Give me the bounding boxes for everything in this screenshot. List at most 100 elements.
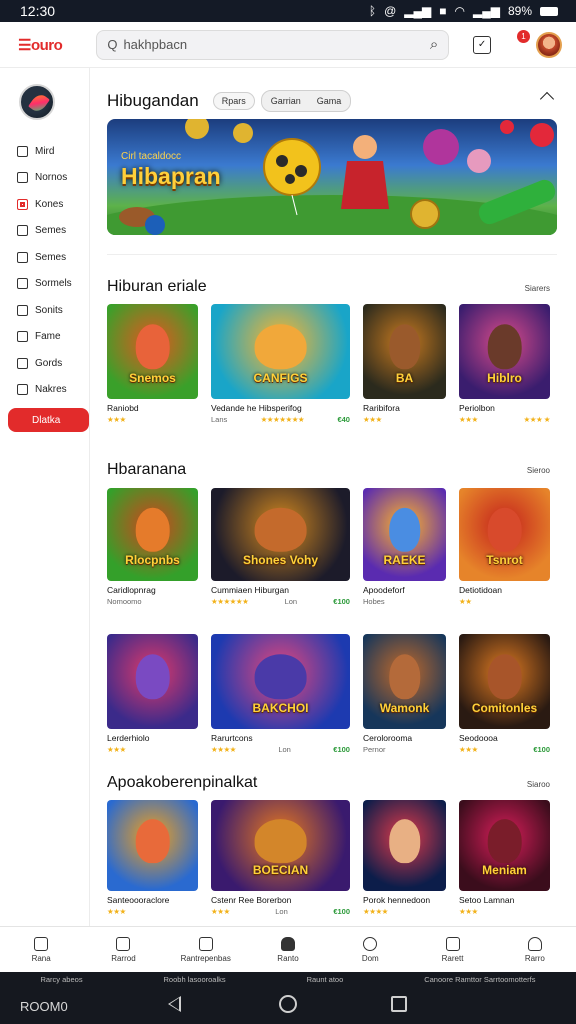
game-card[interactable]: Wamonk Cerolorooma Pernor	[363, 634, 446, 754]
game-logo-text: CANFIGS	[253, 371, 308, 385]
sidebar-logo[interactable]	[19, 84, 55, 120]
game-meta: ★★★	[459, 907, 550, 916]
game-card[interactable]: Shones Vohy Cummiaen Hiburgan ★★★★★★ Lon €…	[211, 488, 350, 606]
game-thumbnail: BOECIAN	[211, 800, 350, 891]
sidebar-item-sonits[interactable]: Sonits	[0, 297, 90, 324]
search-icon	[363, 936, 378, 951]
game-card[interactable]: RAEKE Apoodeforf Hobes	[363, 488, 446, 606]
game-meta: ★★	[459, 597, 550, 606]
game-card[interactable]: Comitonles Seodoooa ★★★ €100	[459, 634, 550, 754]
profile-icon	[527, 936, 542, 951]
sidebar-item-icon	[17, 304, 28, 316]
game-card[interactable]: Tsnrot Detiotidoan ★★	[459, 488, 550, 606]
sync-icon: @	[384, 4, 397, 18]
sidebar-item-label: Nakres	[35, 384, 67, 396]
game-card[interactable]: Lerderhiolo ★★★	[107, 634, 198, 754]
game-card[interactable]: Meniam Setoo Lamnan ★★★	[459, 800, 550, 916]
nav-item-home[interactable]: Rana	[0, 927, 82, 972]
bottom-nav: Rana Rarrod Rantrepenbas Ranto Dom Raret…	[0, 926, 576, 972]
house-icon	[116, 936, 131, 951]
character-art	[388, 653, 421, 700]
avatar[interactable]	[536, 31, 563, 58]
collapse-chevron-icon[interactable]	[539, 91, 555, 107]
sidebar-item-semes-2[interactable]: Semes	[0, 244, 90, 271]
game-card[interactable]: Santeoooraclore ★★★	[107, 800, 198, 916]
rating-stars: ★★★	[459, 745, 478, 754]
sidebar-item-nornos[interactable]: Nornos	[0, 165, 90, 192]
app-logo[interactable]: ☰ouro	[18, 36, 96, 54]
game-card[interactable]: BA Raribifora ★★★	[363, 304, 446, 424]
game-card[interactable]: Snemos Raniobd ★★★	[107, 304, 198, 424]
recent-apps-icon[interactable]	[391, 996, 407, 1012]
sidebar-item-mird[interactable]: Mird	[0, 138, 90, 165]
game-meta: ★★★	[107, 745, 198, 754]
filter-pill-rpars[interactable]: Rpars	[212, 92, 255, 110]
game-price: €40	[337, 415, 350, 424]
hero-banner[interactable]: Cirl tacaldocc Hibapran	[107, 119, 557, 235]
game-card[interactable]: Hiblro Periolbon ★★★ ★★★ ★	[459, 304, 551, 424]
game-thumbnail: CANFIGS	[211, 304, 350, 399]
rating-stars: ★★★	[459, 907, 478, 916]
home-button-icon[interactable]	[279, 995, 297, 1013]
download-icon[interactable]: ✓	[473, 35, 491, 54]
nav-item-store[interactable]: Rarrod	[82, 927, 164, 972]
filter-pill-garrian[interactable]: Garrian	[263, 92, 309, 110]
system-clock: ROOM0	[20, 999, 68, 1014]
game-logo-text: RAEKE	[383, 553, 426, 567]
game-card[interactable]: BAKCHOI Rarurtcons ★★★★ Lon €100	[211, 634, 350, 754]
rating-stars: ★★★	[363, 415, 382, 424]
nav-item-profile[interactable]: Rarro	[494, 927, 576, 972]
battery-icon	[540, 6, 558, 16]
sidebar-item-label: Semes	[35, 225, 67, 237]
game-logo-text: Tsnrot	[486, 553, 523, 567]
notification-bell-icon[interactable]: 1	[515, 29, 537, 56]
sidebar-item-gords[interactable]: Gords	[0, 350, 90, 377]
sidebar-list: Mird Nornos Kones Semes Semes Sormels So…	[0, 138, 90, 403]
back-icon[interactable]	[168, 996, 181, 1012]
sidebar-item-icon	[17, 145, 28, 157]
game-title: Cerolorooma	[363, 733, 413, 743]
character-art	[487, 819, 522, 863]
sidebar-item-kones[interactable]: Kones	[0, 191, 90, 218]
filter-pill-gama[interactable]: Gama	[309, 92, 350, 110]
system-info-row: Rarcy abeos Roobh lasooroalks Raunt atoo…	[0, 975, 576, 984]
section-see-more-link[interactable]: Siaroo	[527, 780, 550, 789]
sidebar-item-sormels[interactable]: Sormels	[0, 271, 90, 298]
nav-label: Dom	[361, 953, 379, 963]
game-logo-text: Rlocpnbs	[125, 553, 180, 567]
sidebar-item-icon	[17, 357, 28, 369]
nav-item-library[interactable]: Rantrepenbas	[165, 927, 247, 972]
signal-icon-2: ▂▄▆	[473, 4, 500, 18]
game-title: Santeoooraclore	[107, 895, 170, 905]
game-card[interactable]: BOECIAN Cstenr Ree Borerbon ★★★ Lon €100	[211, 800, 350, 916]
game-price: €100	[333, 907, 350, 916]
signal-icon: ▂▄▆	[404, 4, 432, 18]
game-meta: ★★★ ★★★ ★	[459, 415, 551, 424]
section-see-more-link[interactable]: Siarers	[525, 284, 550, 293]
sidebar-cta-button[interactable]: Dlatka	[8, 408, 89, 432]
game-logo-text: BAKCHOI	[252, 701, 309, 715]
game-meta: ★★★★	[363, 907, 446, 916]
character-art	[388, 819, 421, 863]
sidebar-item-nakres[interactable]: Nakres	[0, 377, 90, 404]
game-card[interactable]: Porok hennedoon ★★★★	[363, 800, 446, 916]
hero-banner-text: Hibapran	[121, 163, 221, 189]
game-card[interactable]: CANFIGS Vedande he Hibsperifog Lans ★★★★★…	[211, 304, 350, 424]
main-content: Hibugandan Rpars Garrian Gama Cirl tacal…	[90, 68, 576, 926]
battery-label: 89%	[507, 4, 532, 18]
search-icon[interactable]: ⌕	[430, 36, 438, 53]
search-input[interactable]: Q hakhpbacn ⌕	[96, 29, 450, 60]
sidebar-item-semes[interactable]: Semes	[0, 218, 90, 245]
nav-item-search[interactable]: Dom	[329, 927, 411, 972]
rating-stars: ★★★★	[363, 907, 388, 916]
sidebar-item-label: Sormels	[35, 278, 72, 290]
game-card[interactable]: Rlocpnbs Caridlopnrag Nomoomo	[107, 488, 198, 606]
section-see-more-link[interactable]: Sieroo	[527, 466, 550, 475]
nav-item-games[interactable]: Ranto	[247, 927, 329, 972]
nav-item-edit[interactable]: Rarett	[411, 927, 493, 972]
game-logo-text: BA	[395, 371, 414, 385]
section-title: Hbaranana	[107, 461, 187, 478]
character-art	[487, 653, 522, 700]
sidebar-item-fame[interactable]: Fame	[0, 324, 90, 351]
game-title: Caridlopnrag	[107, 585, 156, 595]
